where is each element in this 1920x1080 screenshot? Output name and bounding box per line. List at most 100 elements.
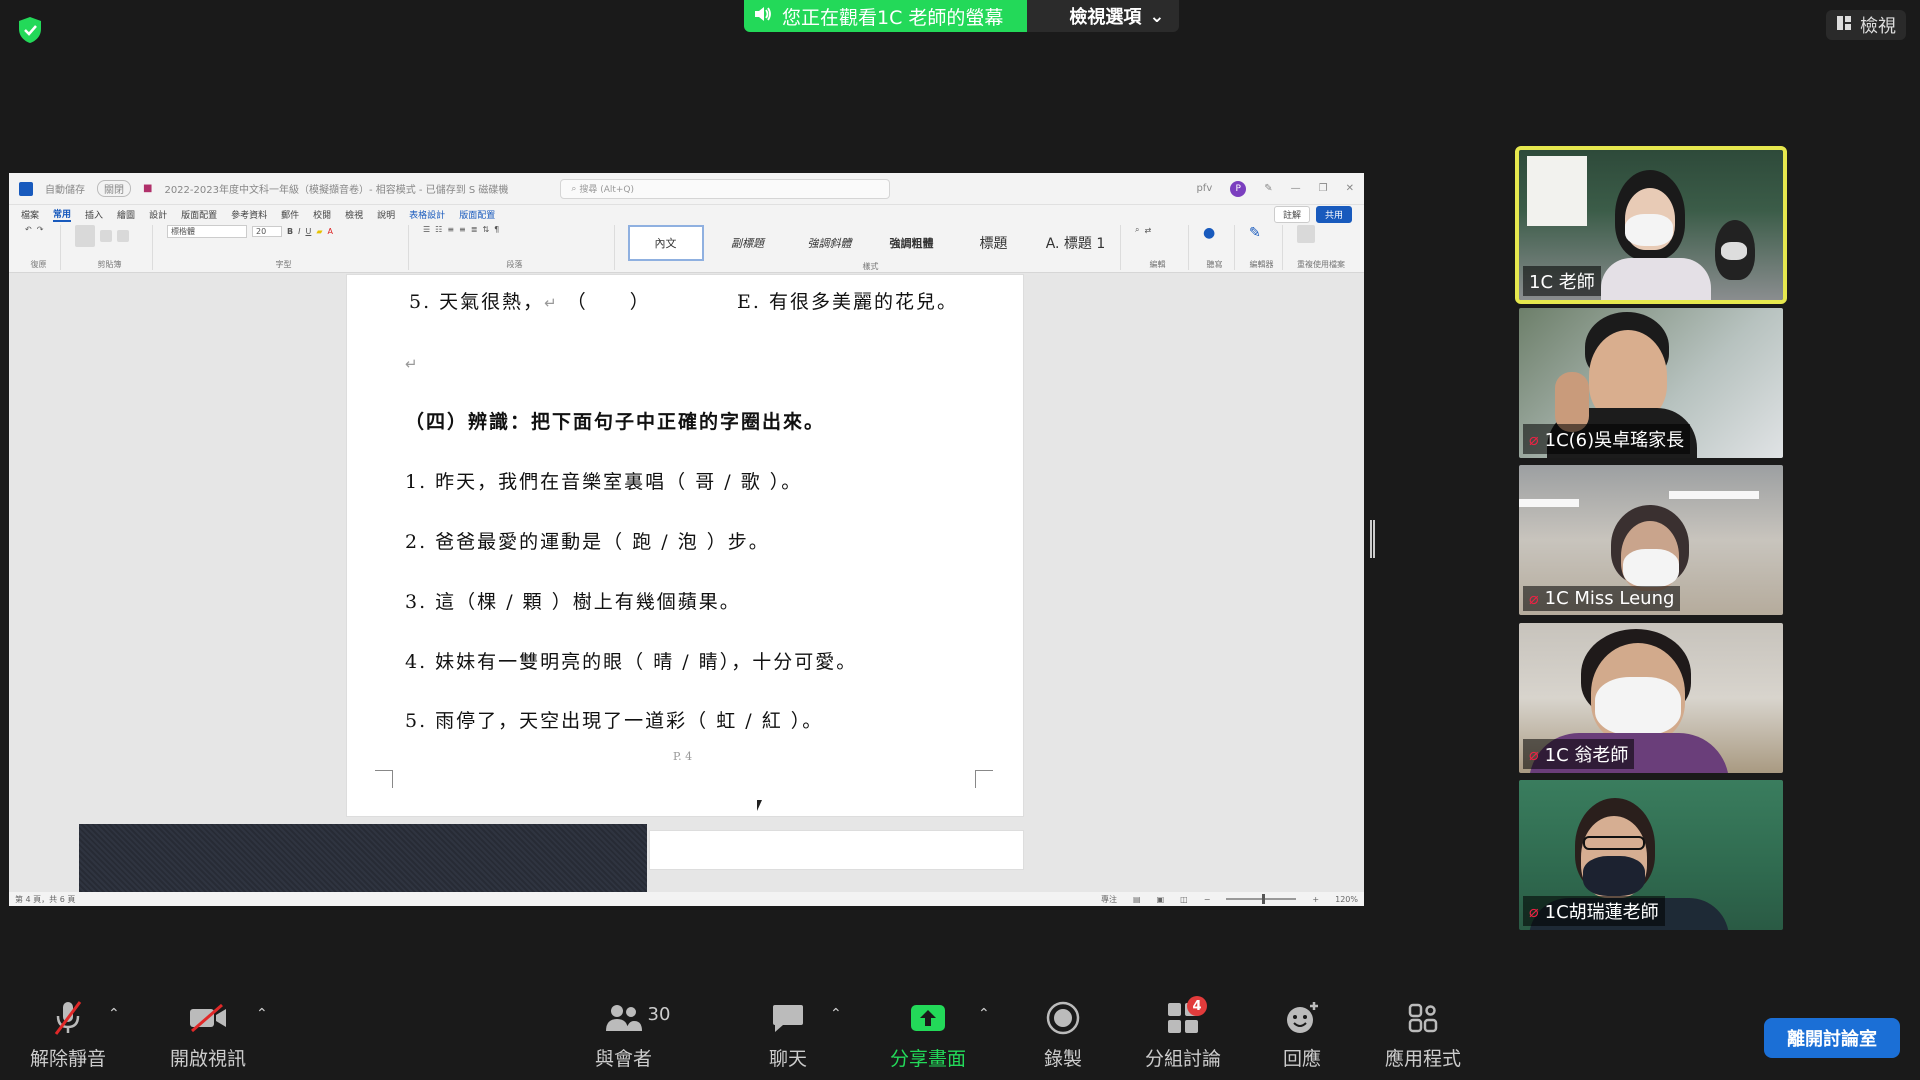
copy-icon[interactable] [117,230,129,242]
tab-help[interactable]: 說明 [377,208,395,221]
tab-review[interactable]: 校閱 [313,208,331,221]
web-layout-icon[interactable]: ◫ [1180,895,1188,904]
pen-icon[interactable]: ✎ [1264,183,1272,194]
zoom-in-icon[interactable]: + [1312,895,1319,904]
zoom-level[interactable]: 120% [1335,895,1358,904]
bold-icon[interactable]: B [287,227,293,236]
view-button[interactable]: 檢視 [1826,10,1906,40]
sort-icon[interactable]: ⇅ [482,225,489,234]
ribbon-group-paragraph: ☰ ☷ ≡ ≡ ≣ ⇅ ¶ 段落 [415,225,615,270]
chat-button[interactable]: 聊天 [768,998,808,1071]
start-video-button[interactable]: 開啟視訊 [170,998,246,1071]
record-button[interactable]: 錄製 [1043,998,1083,1071]
justify-icon[interactable]: ≣ [471,225,478,234]
editor-icon[interactable]: ✎ [1249,225,1261,241]
security-shield-icon[interactable] [14,14,46,46]
undo-icon[interactable]: ↶ [25,225,32,234]
print-layout-icon[interactable]: ▣ [1157,895,1165,904]
video-options-chevron-icon[interactable]: ⌃ [256,1006,268,1022]
microphone-icon[interactable]: ● [1203,225,1215,241]
video-tile-parent[interactable]: ⌀ 1C(6)吳卓瑤家長 [1519,308,1783,458]
tab-references[interactable]: 參考資料 [231,208,267,221]
cut-icon[interactable] [100,230,112,242]
zoom-slider[interactable] [1226,894,1297,904]
reuse-files-icon[interactable] [1297,225,1315,243]
paste-icon[interactable] [75,225,95,247]
video-tile-wu[interactable]: ⌀ 1C胡瑞蓮老師 [1519,780,1783,930]
close-icon[interactable]: ✕ [1346,183,1354,194]
shared-screen[interactable]: 自動儲存 關閉 ■ 2022-2023年度中文科一年級（模擬擷音卷）- 相容模式… [9,173,1364,906]
teacher-body [1601,258,1711,300]
focus-mode-button[interactable]: 專注 [1101,894,1117,905]
next-document-page[interactable] [649,830,1024,870]
ribbon-tabs: 檔案 常用 插入 繪圖 設計 版面配置 參考資料 郵件 校閱 檢視 說明 表格設… [9,205,1364,223]
minimize-icon[interactable]: — [1291,183,1301,194]
reactions-label: 回應 [1282,1048,1321,1070]
tab-mailings[interactable]: 郵件 [281,208,299,221]
font-size-select[interactable]: 20 [252,226,282,237]
tab-insert[interactable]: 插入 [85,208,103,221]
zoom-out-icon[interactable]: − [1204,895,1211,904]
read-mode-icon[interactable]: ▤ [1133,895,1141,904]
save-icon[interactable]: ■ [143,183,152,194]
italic-icon[interactable]: I [298,227,300,236]
document-page[interactable]: 5. 天氣很熱，↵ （ ） E. 有很多美麗的花兒。 ↵ （四）辨識：把下面句子… [346,274,1024,817]
numbering-icon[interactable]: ☷ [435,225,442,234]
ribbon-group-editor: ✎ 編輯器 [1241,225,1283,270]
redo-icon[interactable]: ↷ [37,225,44,234]
show-marks-icon[interactable]: ¶ [494,225,499,234]
tab-home[interactable]: 常用 [53,207,72,222]
tab-draw[interactable]: 繪圖 [117,208,135,221]
breakout-rooms-icon: 4 [1163,996,1207,1038]
restore-icon[interactable]: ❐ [1319,183,1328,194]
leave-breakout-room-button[interactable]: 離開討論室 [1764,1018,1900,1058]
panel-resize-handle[interactable] [1370,520,1375,558]
share-screen-button[interactable]: 分享畫面 [890,998,966,1071]
video-tile-miss-leung[interactable]: ⌀ 1C Miss Leung [1519,465,1783,615]
align-center-icon[interactable]: ≡ [459,225,466,234]
video-tile-yung[interactable]: ⌀ 1C 翁老師 [1519,623,1783,773]
bullets-icon[interactable]: ☰ [423,225,430,234]
find-icon[interactable]: ⌕ [1135,225,1139,235]
apps-button[interactable]: 應用程式 [1385,998,1461,1071]
style-normal[interactable]: 內文 [627,225,704,261]
underline-icon[interactable]: U [305,227,311,236]
share-options-chevron-icon[interactable]: ⌃ [978,1006,990,1022]
document-area[interactable]: 5. 天氣很熱，↵ （ ） E. 有很多美麗的花兒。 ↵ （四）辨識：把下面句子… [9,274,1364,894]
view-options-button[interactable]: 檢視選項 ⌄ [1027,0,1179,32]
video-off-icon [188,998,228,1038]
user-avatar[interactable]: P [1230,180,1247,197]
tab-view[interactable]: 檢視 [345,208,363,221]
tab-table-design[interactable]: 表格設計 [409,208,445,221]
style-subtitle[interactable]: 副標題 [710,225,786,261]
font-color-icon[interactable]: A [327,227,332,236]
tab-file[interactable]: 檔案 [21,208,39,221]
view-options-label: 檢視選項 [1069,7,1142,28]
style-emphasis[interactable]: 強調斜體 [792,225,868,261]
comments-button[interactable]: 註解 [1273,205,1310,223]
unmute-button[interactable]: 解除靜音 [30,998,106,1071]
reactions-button[interactable]: 回應 [1282,998,1322,1071]
breakout-rooms-button[interactable]: 4 分組討論 [1145,996,1221,1071]
highlight-icon[interactable]: ▰ [316,227,322,236]
doc-question-4: 4. 妹妹有一雙明亮的眼（ 晴 / 睛），十分可愛。 [405,651,858,673]
chat-options-chevron-icon[interactable]: ⌃ [830,1006,842,1022]
teacher-mask [1625,214,1673,246]
word-search-box[interactable]: ⌕ 搜尋 (Alt+Q) [560,178,891,199]
style-title[interactable]: 標題 [956,225,1032,261]
font-name-select[interactable]: 標楷體 [167,225,247,238]
audio-options-chevron-icon[interactable]: ⌃ [108,1006,120,1022]
participant-name-text-1: 1C(6)吳卓瑤家長 [1544,430,1685,451]
participants-button[interactable]: 30 與會者 [595,998,670,1071]
align-left-icon[interactable]: ≡ [447,225,454,234]
autosave-toggle[interactable]: 關閉 [97,180,131,197]
share-doc-button[interactable]: 共用 [1315,205,1352,223]
video-tile-teacher[interactable]: 1C 老師 [1515,146,1787,304]
style-strong[interactable]: 強調粗體 [874,225,950,261]
tab-design[interactable]: 設計 [149,208,167,221]
tab-layout[interactable]: 版面配置 [181,208,217,221]
tab-table-layout[interactable]: 版面配置 [459,208,495,221]
style-heading1[interactable]: A. 標題 1 [1038,225,1114,261]
replace-icon[interactable]: ⇄ [1144,226,1151,235]
dark-overlay-panel [79,824,647,894]
